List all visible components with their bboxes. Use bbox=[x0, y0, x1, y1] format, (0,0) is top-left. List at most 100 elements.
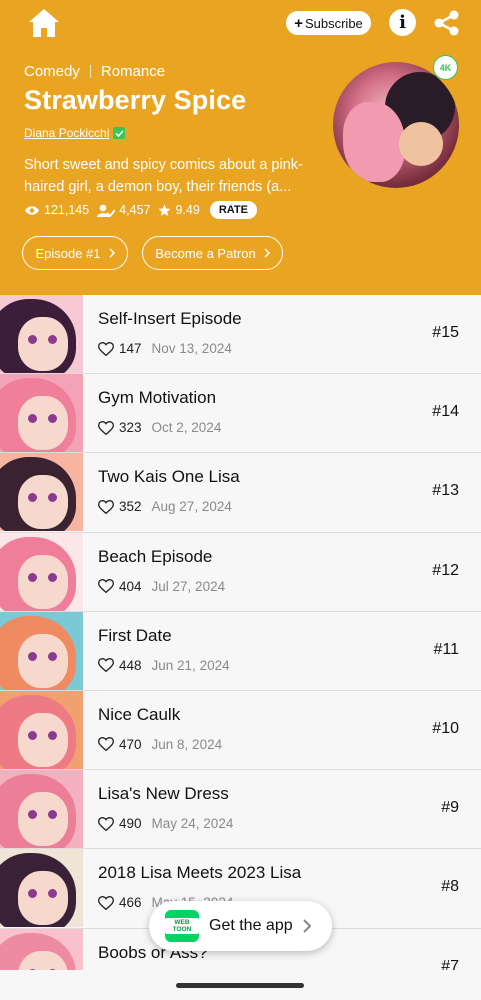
episode-likes: 323 bbox=[119, 420, 142, 436]
episode-thumbnail bbox=[0, 295, 83, 373]
episode-meta: 352 Aug 27, 2024 bbox=[98, 499, 232, 514]
become-patron-button[interactable]: Become a Patron bbox=[142, 236, 283, 270]
series-stats: 121,145 4,457 9.49 RATE bbox=[24, 200, 257, 220]
patron-label: Become a Patron bbox=[155, 245, 256, 261]
series-description[interactable]: Short sweet and spicy comics about a pin… bbox=[24, 154, 324, 198]
episode-likes: 448 bbox=[119, 657, 142, 673]
eye-icon bbox=[25, 205, 39, 215]
heart-icon bbox=[98, 737, 114, 752]
genre-list: Comedy Romance bbox=[24, 63, 165, 80]
author-row: Diana Pockicchi bbox=[24, 126, 126, 140]
description-line: haired girl, a demon boy, their friends … bbox=[24, 179, 292, 195]
episode-date: Jun 8, 2024 bbox=[151, 736, 223, 752]
episode-thumbnail bbox=[0, 453, 83, 532]
description-line: Short sweet and spicy comics about a pin… bbox=[24, 157, 303, 173]
episode-date: Jun 21, 2024 bbox=[151, 657, 230, 673]
episode-likes: 404 bbox=[119, 578, 142, 594]
rating-value: 9.49 bbox=[175, 203, 200, 217]
episode-thumbnail bbox=[0, 532, 83, 611]
episode-number: #14 bbox=[432, 403, 459, 421]
episode-title: 2018 Lisa Meets 2023 Lisa bbox=[98, 863, 302, 883]
author-link[interactable]: Diana Pockicchi bbox=[24, 126, 109, 140]
subscribe-label: Subscribe bbox=[304, 15, 363, 31]
episode-number: #11 bbox=[433, 640, 459, 658]
episode-meta: 470 Jun 8, 2024 bbox=[98, 737, 222, 752]
episode-row[interactable]: Two Kais One Lisa 352 Aug 27, 2024 #13 bbox=[0, 453, 481, 533]
chevron-right-icon bbox=[302, 919, 311, 933]
episode-title: Two Kais One Lisa bbox=[98, 467, 240, 487]
get-app-button[interactable]: WEB TOON Get the app bbox=[149, 901, 332, 951]
first-episode-button[interactable]: Episode #1 bbox=[22, 236, 128, 270]
episode-title: First Date bbox=[98, 625, 172, 645]
episode-number: #12 bbox=[432, 561, 459, 579]
episode-date: Jul 27, 2024 bbox=[151, 578, 226, 594]
episode-date: Oct 2, 2024 bbox=[151, 420, 222, 436]
rating-stat: 9.49 bbox=[158, 203, 200, 217]
subscribers-count: 4,457 bbox=[119, 203, 151, 217]
episode-number: #15 bbox=[432, 324, 459, 341]
episode-date: May 24, 2024 bbox=[151, 816, 234, 832]
get-app-label: Get the app bbox=[209, 917, 293, 934]
verified-icon bbox=[113, 127, 126, 139]
webtoon-logo-text: WEB TOON bbox=[165, 918, 199, 934]
episode-number: #10 bbox=[432, 719, 459, 737]
heart-icon bbox=[98, 579, 114, 594]
episode-thumbnail bbox=[0, 690, 83, 769]
episode-row[interactable]: Beach Episode 404 Jul 27, 2024 #12 bbox=[0, 532, 481, 612]
episode-number: #8 bbox=[441, 878, 459, 896]
share-icon[interactable] bbox=[433, 10, 460, 36]
genre-comedy[interactable]: Comedy bbox=[24, 63, 80, 80]
episode-title: Beach Episode bbox=[98, 546, 213, 566]
info-icon[interactable]: i bbox=[389, 9, 416, 36]
genre-romance[interactable]: Romance bbox=[101, 63, 165, 80]
episode-likes: 352 bbox=[119, 499, 142, 515]
heart-icon bbox=[98, 341, 114, 356]
rate-button[interactable]: RATE bbox=[209, 201, 257, 219]
episode-row[interactable]: Lisa's New Dress 490 May 24, 2024 #9 bbox=[0, 770, 481, 850]
episode-thumbnail bbox=[0, 374, 83, 453]
star-icon bbox=[159, 204, 171, 216]
webtoon-logo-icon: WEB TOON bbox=[165, 910, 199, 942]
episode-date: Nov 13, 2024 bbox=[151, 341, 232, 356]
episode-thumbnail bbox=[0, 849, 83, 928]
home-indicator[interactable] bbox=[176, 983, 304, 988]
series-title: Strawberry Spice bbox=[24, 85, 247, 115]
episode-number: #13 bbox=[432, 482, 459, 500]
episode-row[interactable]: Nice Caulk 470 Jun 8, 2024 #10 bbox=[0, 690, 481, 771]
heart-icon bbox=[98, 895, 114, 910]
heart-icon bbox=[98, 499, 114, 514]
views-count: 121,145 bbox=[44, 203, 90, 217]
episode-list: Self-Insert Episode 147 Nov 13, 2024 #15… bbox=[0, 295, 481, 1000]
episode-title: Self-Insert Episode bbox=[98, 309, 242, 328]
episode-thumbnail bbox=[0, 611, 83, 690]
episode-row[interactable]: Self-Insert Episode 147 Nov 13, 2024 #15 bbox=[0, 295, 481, 375]
first-episode-label: Episode #1 bbox=[35, 245, 101, 261]
series-header: + Subscribe i Comedy Romance Strawberry … bbox=[0, 0, 481, 295]
home-icon[interactable] bbox=[28, 8, 60, 38]
episode-meta: 147 Nov 13, 2024 bbox=[98, 341, 232, 356]
subscribers-icon bbox=[97, 204, 116, 217]
episode-date: Aug 27, 2024 bbox=[151, 499, 232, 515]
heart-icon bbox=[98, 816, 114, 831]
subscribers-stat: 4,457 bbox=[97, 203, 150, 217]
episode-title: Lisa's New Dress bbox=[98, 784, 229, 804]
episode-title: Gym Motivation bbox=[98, 388, 217, 408]
series-cover-image bbox=[333, 62, 459, 188]
episode-meta: 323 Oct 2, 2024 bbox=[98, 420, 221, 435]
episode-meta: 404 Jul 27, 2024 bbox=[98, 579, 225, 594]
chevron-right-icon bbox=[109, 248, 115, 258]
episode-number: #9 bbox=[441, 799, 459, 817]
4k-badge: 4K bbox=[433, 55, 458, 80]
episode-row[interactable]: Gym Motivation 323 Oct 2, 2024 #14 bbox=[0, 374, 481, 454]
heart-icon bbox=[98, 658, 114, 673]
episode-title: Nice Caulk bbox=[98, 704, 181, 724]
episode-likes: 470 bbox=[119, 736, 142, 752]
episode-thumbnail bbox=[0, 770, 83, 849]
subscribe-button[interactable]: + Subscribe bbox=[286, 11, 371, 35]
chevron-right-icon bbox=[264, 248, 270, 258]
views-stat: 121,145 bbox=[24, 203, 89, 217]
episode-likes: 466 bbox=[119, 895, 142, 911]
episode-meta: 490 May 24, 2024 bbox=[98, 816, 233, 831]
episode-row[interactable]: First Date 448 Jun 21, 2024 #11 bbox=[0, 611, 481, 691]
heart-icon bbox=[98, 420, 114, 435]
